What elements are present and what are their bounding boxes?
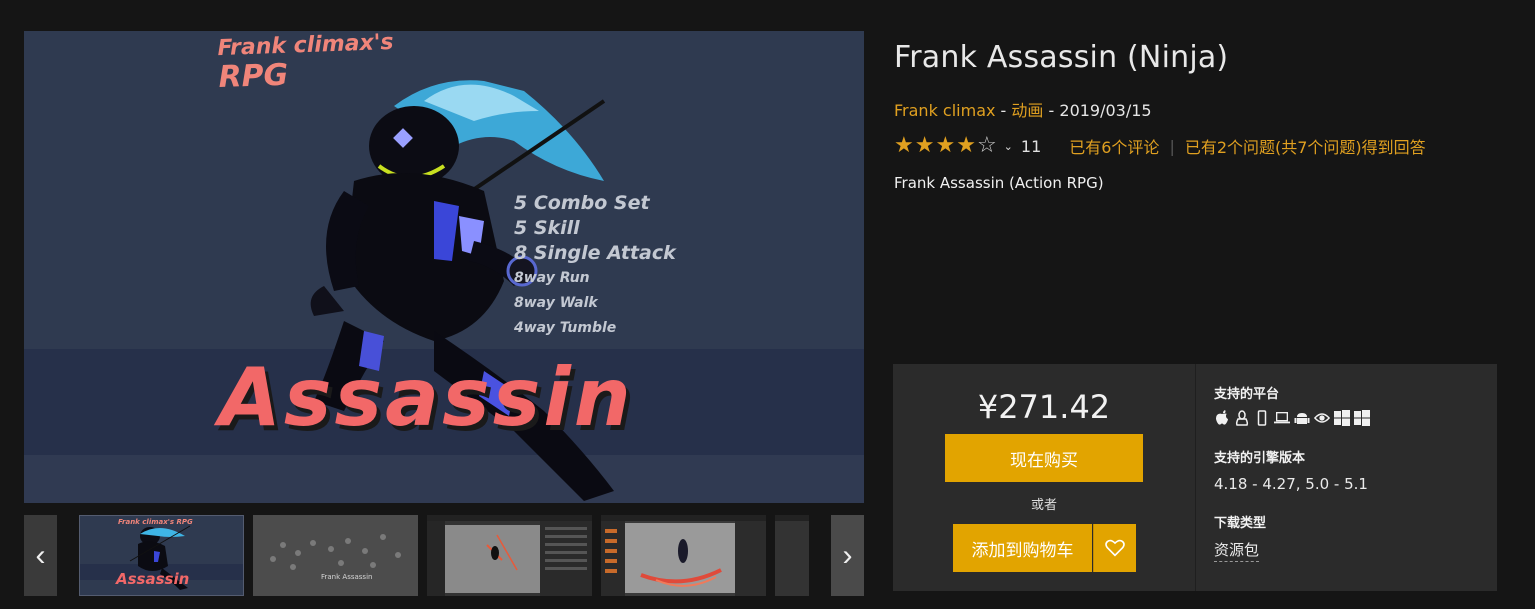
thumbnail-caption: Frank Assassin bbox=[321, 573, 373, 581]
thumbnail-editor-screenshot bbox=[601, 515, 766, 596]
cart-button-group: 添加到购物车 bbox=[953, 524, 1136, 572]
meta-separator: - bbox=[1043, 101, 1060, 120]
star-filled-icon: ★ bbox=[894, 133, 914, 158]
specs-column: 支持的平台 支持的引擎版本 4.18 - 4.27, 5.0 - 5.1 下载类… bbox=[1214, 364, 1494, 591]
category-link[interactable]: 动画 bbox=[1011, 101, 1043, 120]
star-empty-icon: ☆ bbox=[976, 133, 997, 158]
price: ¥271.42 bbox=[977, 388, 1111, 426]
product-meta: Frank climax - 动画 - 2019/03/15 bbox=[894, 97, 1152, 121]
thumbnail-editor-screenshot bbox=[775, 515, 809, 596]
engine-label: 支持的引擎版本 bbox=[1214, 451, 1306, 466]
purchase-panel: ¥271.42 现在购买 或者 添加到购物车 支持的平台 支持的引擎版本 4.1… bbox=[893, 364, 1497, 591]
star-filled-icon: ★ bbox=[935, 133, 956, 158]
thumbnail-4[interactable] bbox=[601, 515, 766, 596]
carousel-next-button[interactable]: › bbox=[831, 515, 864, 596]
star-filled-icon: ★ bbox=[914, 133, 935, 158]
engine-versions: 4.18 - 4.27, 5.0 - 5.1 bbox=[1214, 475, 1368, 493]
product-subtitle: Frank Assassin (Action RPG) bbox=[894, 174, 1104, 192]
add-to-cart-button[interactable]: 添加到购物车 bbox=[953, 524, 1092, 572]
meta-separator: - bbox=[995, 101, 1012, 120]
windows-icon bbox=[1334, 410, 1350, 426]
hero-feature: 5 Combo Set bbox=[514, 192, 650, 214]
release-date: 2019/03/15 bbox=[1059, 101, 1152, 120]
thumbnail-5[interactable] bbox=[775, 515, 809, 596]
hero-feature: 5 Skill bbox=[514, 217, 580, 239]
thumbnail-pose-grid bbox=[270, 534, 401, 570]
apple-icon bbox=[1214, 410, 1230, 426]
platforms-label: 支持的平台 bbox=[1214, 387, 1280, 402]
thumbnail-brand: Frank climax's RPG bbox=[118, 518, 193, 526]
star-rating[interactable]: ★ ★ ★ ★ ☆ ⌄ bbox=[894, 135, 1013, 157]
product-title: Frank Assassin (Ninja) bbox=[894, 40, 1229, 75]
vr-eye-icon bbox=[1314, 410, 1330, 426]
seller-link[interactable]: Frank climax bbox=[894, 101, 995, 120]
chevron-down-icon[interactable]: ⌄ bbox=[1004, 140, 1013, 153]
windows-icon bbox=[1354, 410, 1370, 426]
download-type-label: 下载类型 bbox=[1214, 516, 1267, 531]
reviews-link[interactable]: 已有6个评论 bbox=[1069, 134, 1159, 158]
hero-feature: 4way Tumble bbox=[514, 320, 617, 336]
wishlist-button[interactable] bbox=[1093, 524, 1136, 572]
thumbnail-1[interactable]: Frank climax's RPG Assassin bbox=[79, 515, 244, 596]
hero-title: Assassin bbox=[219, 351, 634, 444]
thumbnail-3[interactable] bbox=[427, 515, 592, 596]
thumbnail-title: Assassin bbox=[116, 570, 190, 588]
main-product-image[interactable]: Frank climax's RPG 5 Combo Set 5 Skill 8… bbox=[24, 31, 864, 503]
rating-count: 11 bbox=[1020, 136, 1042, 156]
questions-link[interactable]: 已有2个问题(共7个问题)得到回答 bbox=[1185, 134, 1426, 158]
hero-feature: 8way Run bbox=[514, 270, 590, 286]
buy-now-button[interactable]: 现在购买 bbox=[945, 434, 1143, 482]
android-icon bbox=[1294, 410, 1310, 426]
rating-row: ★ ★ ★ ★ ☆ ⌄ 11 已有6个评论 | 已有2个问题(共7个问题)得到回… bbox=[894, 134, 1426, 158]
product-page: Frank climax's RPG 5 Combo Set 5 Skill 8… bbox=[0, 0, 1535, 609]
platform-icons bbox=[1214, 410, 1370, 426]
panel-divider bbox=[1195, 364, 1196, 591]
star-filled-icon: ★ bbox=[956, 133, 976, 158]
thumbnail-carousel: ‹ Frank climax's RPG Assassin Frank Assa… bbox=[24, 515, 864, 596]
heart-icon bbox=[1105, 539, 1125, 557]
hero-feature: 8way Walk bbox=[514, 295, 598, 311]
thumbnail-editor-screenshot bbox=[427, 515, 592, 596]
linux-icon bbox=[1234, 410, 1250, 426]
hero-feature-list: 5 Combo Set 5 Skill 8 Single Attack 8way… bbox=[514, 191, 676, 341]
carousel-prev-button[interactable]: ‹ bbox=[24, 515, 57, 596]
chevron-right-icon: › bbox=[842, 538, 853, 572]
chevron-left-icon: ‹ bbox=[35, 538, 46, 572]
mobile-icon bbox=[1254, 410, 1270, 426]
download-type[interactable]: 资源包 bbox=[1214, 539, 1260, 562]
laptop-icon bbox=[1274, 410, 1290, 426]
hero-feature: 8 Single Attack bbox=[514, 242, 676, 264]
or-label: 或者 bbox=[1030, 498, 1057, 513]
thumbnail-2[interactable]: Frank Assassin bbox=[253, 515, 418, 596]
divider: | bbox=[1169, 136, 1175, 156]
hero-brand-line1: Frank climax's bbox=[217, 31, 394, 62]
